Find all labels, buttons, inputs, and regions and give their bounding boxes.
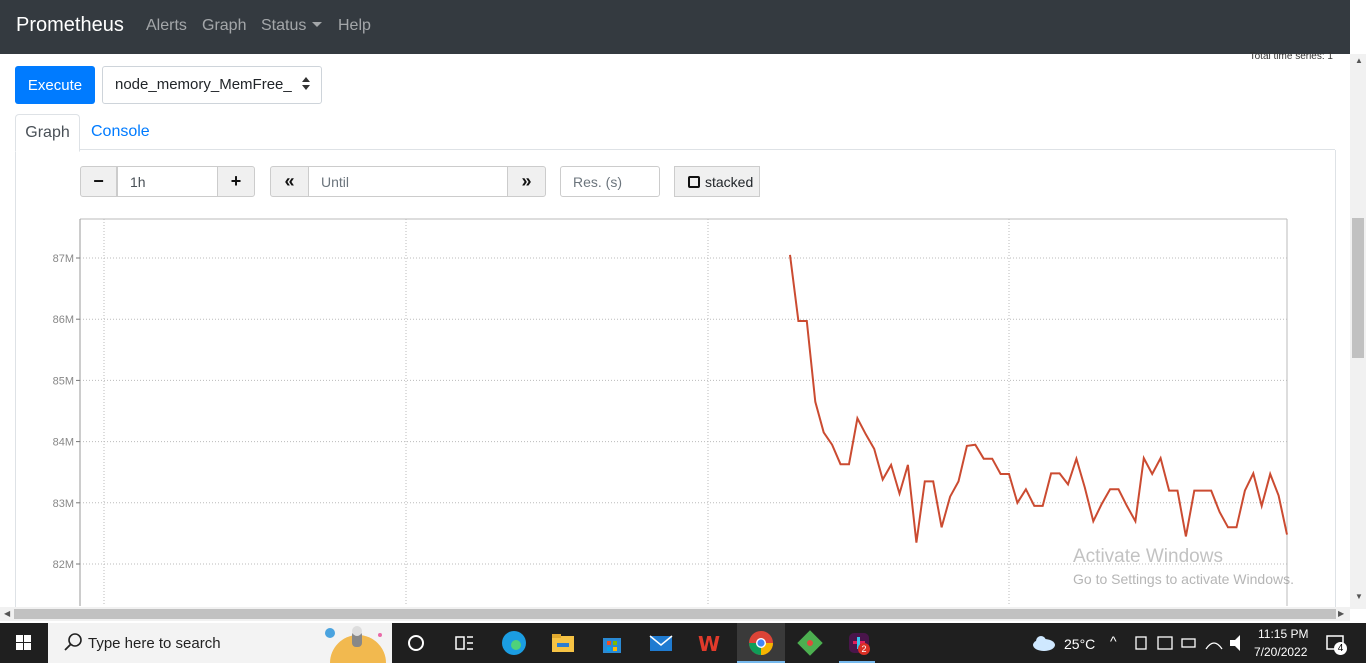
weather-icon[interactable]: [1030, 629, 1058, 657]
notification-count: 4: [1334, 642, 1347, 655]
vertical-scroll-thumb[interactable]: [1352, 218, 1364, 358]
temperature[interactable]: 25°C: [1064, 636, 1095, 652]
windows-logo-icon: [16, 635, 31, 650]
edge-browser-icon[interactable]: [500, 629, 528, 657]
search-icon: [64, 633, 82, 651]
horizontal-scroll-thumb[interactable]: [14, 609, 1336, 619]
scroll-right-icon[interactable]: ▶: [1338, 609, 1344, 618]
y-tick-label: 87M: [53, 253, 74, 265]
y-tick-label: 83M: [53, 498, 74, 510]
taskbar-search[interactable]: Type here to search: [48, 623, 392, 663]
y-tick-label: 86M: [53, 314, 74, 326]
activation-watermark-title: Activate Windows: [1073, 546, 1223, 567]
volume-icon[interactable]: [1228, 629, 1246, 657]
scroll-up-icon[interactable]: ▲: [1355, 56, 1363, 65]
search-placeholder: Type here to search: [88, 635, 221, 652]
task-view-icon[interactable]: [450, 629, 478, 657]
y-tick-label: 82M: [53, 559, 74, 571]
svg-text:W: W: [698, 632, 720, 656]
chrome-icon[interactable]: [747, 629, 775, 657]
scroll-left-icon[interactable]: ◀: [4, 609, 10, 618]
slack-badge: 2: [858, 643, 870, 655]
search-highlight-illustration-icon: [325, 626, 386, 663]
file-explorer-icon[interactable]: [549, 629, 577, 657]
microsoft-store-icon[interactable]: [598, 629, 626, 657]
wps-office-icon[interactable]: W: [696, 629, 724, 657]
mail-icon[interactable]: [647, 629, 675, 657]
clock-date[interactable]: 7/20/2022: [1254, 645, 1307, 659]
taskbar: Type here to search W 2 25°C ^ 11:15 PM …: [0, 623, 1366, 663]
series-line: [789, 254, 1288, 543]
cortana-icon[interactable]: [402, 629, 430, 657]
scroll-down-icon[interactable]: ▼: [1355, 592, 1363, 601]
y-tick-label: 84M: [53, 437, 74, 449]
clock-time[interactable]: 11:15 PM: [1258, 627, 1308, 641]
start-button[interactable]: [0, 623, 48, 663]
git-icon[interactable]: [796, 629, 824, 657]
chevron-up-icon[interactable]: ^: [1110, 633, 1117, 649]
y-axis-ticks: 82M 83M 84M 85M 86M 87M: [53, 253, 74, 571]
activation-watermark-subtitle: Go to Settings to activate Windows.: [1073, 571, 1294, 587]
y-tick-label: 85M: [53, 375, 74, 387]
system-tray-icons[interactable]: [1130, 629, 1230, 657]
